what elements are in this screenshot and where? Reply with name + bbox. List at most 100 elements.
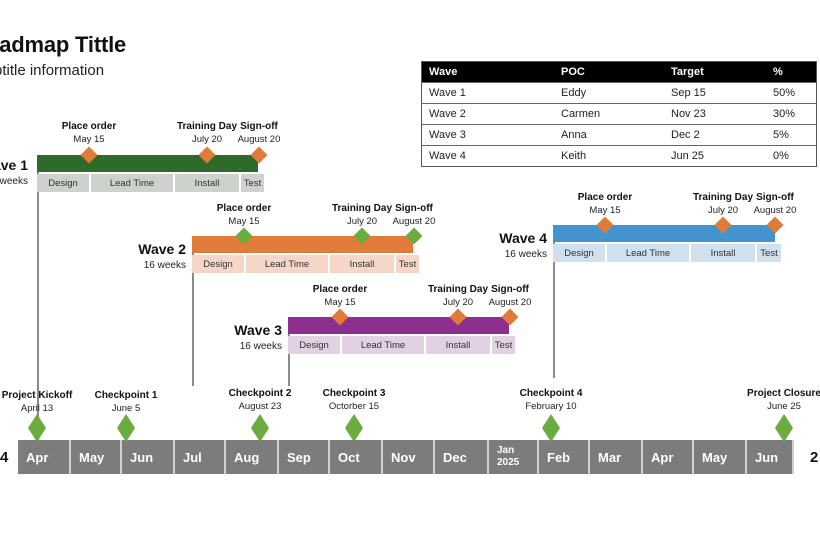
month-cell: Jul [175, 440, 226, 474]
milestone-name: Place order [216, 203, 272, 214]
table-row: Wave 3 Anna Dec 2 5% [421, 124, 817, 146]
wave-label: ave 1 weeks [0, 157, 28, 187]
cell-wave: Wave 3 [421, 124, 554, 146]
checkpoint-date: February 10 [525, 401, 577, 412]
wave-label: Wave 4 16 weeks [457, 230, 547, 260]
page-subtitle: btitle information [0, 62, 105, 79]
cell-wave: Wave 4 [421, 145, 554, 167]
milestone-label: Sign-off August 20 [359, 203, 469, 227]
checkpoint-diamond-icon[interactable] [345, 414, 363, 442]
milestone-name: Sign-off [491, 284, 529, 295]
col-header-target: Target [664, 61, 766, 83]
month-label: Jan 2025 [497, 445, 520, 468]
cell-percent: 50% [766, 82, 817, 104]
month-cell: Aug [226, 440, 279, 474]
phase-design: Design [553, 244, 607, 262]
cell-poc: Carmen [554, 103, 664, 125]
milestone-name: Sign-off [240, 121, 278, 132]
milestone-label: Place order May 15 [34, 121, 144, 145]
checkpoint-label: Checkpoint 3 Octorber 15 [299, 388, 409, 412]
month-cell: Jun [747, 440, 794, 474]
checkpoint-date: June 25 [767, 401, 801, 412]
cell-target: Sep 15 [664, 82, 766, 104]
phase-test: Test [396, 255, 419, 273]
wave-duration: weeks [0, 176, 28, 187]
phase-lead-time: Lead Time [607, 244, 691, 262]
milestone-date: May 15 [73, 134, 105, 145]
table-row: Wave 2 Carmen Nov 23 30% [421, 103, 817, 125]
checkpoint-date: Octorber 15 [328, 401, 380, 412]
table-row: Wave 1 Eddy Sep 15 50% [421, 82, 817, 104]
table-row: Wave 4 Keith Jun 25 0% [421, 145, 817, 167]
phase-design: Design [37, 174, 91, 192]
checkpoint-name: Checkpoint 4 [519, 388, 583, 399]
wave-phases: Design Lead Time Install Test [288, 336, 515, 354]
checkpoint-label: Project Closure June 25 [729, 388, 820, 412]
phase-test: Test [757, 244, 781, 262]
phase-lead-time: Lead Time [246, 255, 330, 273]
milestone-label: Place order May 15 [285, 284, 395, 308]
checkpoint-diamond-icon[interactable] [542, 414, 560, 442]
month-cell: Oct [330, 440, 383, 474]
phase-test: Test [492, 336, 515, 354]
wave-bar[interactable] [288, 317, 509, 334]
phase-install: Install [175, 174, 241, 192]
phase-install: Install [426, 336, 492, 354]
month-cell: Apr [643, 440, 694, 474]
milestone-name: Place order [312, 284, 368, 295]
cell-target: Jun 25 [664, 145, 766, 167]
wave-phases: Design Lead Time Install Test [192, 255, 419, 273]
checkpoint-name: Project Closure [747, 388, 820, 399]
wave-bar[interactable] [553, 225, 775, 242]
wave-bar[interactable] [37, 155, 258, 172]
phase-test: Test [241, 174, 264, 192]
start-year-label: 4 [0, 449, 9, 466]
checkpoint-diamond-icon[interactable] [775, 414, 793, 442]
checkpoint-label: Checkpoint 1 June 5 [71, 390, 181, 414]
wave-phases: Design Lead Time Install Test [553, 244, 781, 262]
checkpoint-date: June 5 [111, 403, 141, 414]
cell-target: Dec 2 [664, 124, 766, 146]
cell-wave: Wave 1 [421, 82, 554, 104]
col-header-poc: POC [554, 61, 664, 83]
checkpoint-label: Checkpoint 4 February 10 [496, 388, 606, 412]
wave-duration: 16 weeks [504, 249, 547, 260]
cell-percent: 5% [766, 124, 817, 146]
wave-name: Wave 3 [234, 322, 282, 338]
wave-bar[interactable] [192, 236, 413, 253]
milestone-name: Sign-off [395, 203, 433, 214]
milestone-name: Sign-off [756, 192, 794, 203]
month-cell: Jan 2025 [489, 440, 539, 474]
month-cell: Apr [18, 440, 71, 474]
month-timeline: Apr May Jun Jul Aug Sep Oct Nov Dec Jan 2025 Feb Ma… [18, 440, 794, 474]
phase-design: Design [288, 336, 342, 354]
wave-label: Wave 3 16 weeks [192, 322, 282, 352]
milestone-label: Place order May 15 [189, 203, 299, 227]
phase-design: Design [192, 255, 246, 273]
cell-target: Nov 23 [664, 103, 766, 125]
month-cell: Jun [122, 440, 175, 474]
phase-lead-time: Lead Time [91, 174, 175, 192]
month-cell: Dec [435, 440, 489, 474]
page-title: oadmap Tittle [0, 32, 127, 57]
checkpoint-diamond-icon[interactable] [28, 414, 46, 442]
month-cell: May [71, 440, 122, 474]
col-header-wave: Wave [421, 61, 554, 83]
milestone-date: August 20 [392, 216, 436, 227]
checkpoint-diamond-icon[interactable] [251, 414, 269, 442]
cell-percent: 0% [766, 145, 817, 167]
cell-poc: Keith [554, 145, 664, 167]
cell-percent: 30% [766, 103, 817, 125]
milestone-date: May 15 [589, 205, 621, 216]
cell-poc: Eddy [554, 82, 664, 104]
milestone-label: Sign-off August 20 [720, 192, 820, 216]
milestone-date: May 15 [324, 297, 356, 308]
checkpoint-diamond-icon[interactable] [117, 414, 135, 442]
wave-phases: Design Lead Time Install Test [37, 174, 264, 192]
milestone-label: Sign-off August 20 [204, 121, 314, 145]
milestone-date: May 15 [228, 216, 260, 227]
milestone-name: Place order [577, 192, 633, 203]
phase-install: Install [330, 255, 396, 273]
wave-name: Wave 4 [499, 230, 547, 246]
milestone-label: Place order May 15 [550, 192, 660, 216]
